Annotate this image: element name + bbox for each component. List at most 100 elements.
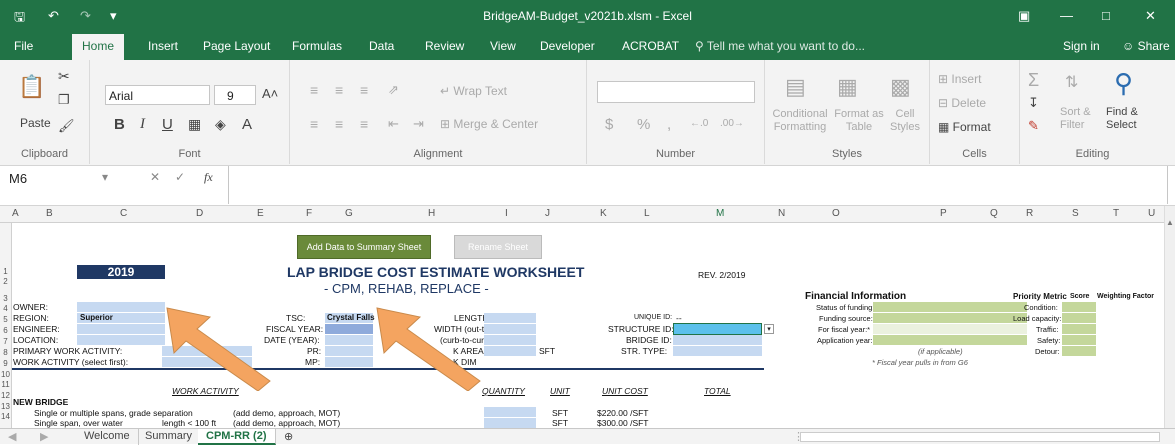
format-painter-icon[interactable]: 🖌 xyxy=(58,118,75,134)
column-header[interactable]: L xyxy=(644,208,650,219)
new-sheet-icon[interactable]: ⊕ xyxy=(276,429,301,445)
row-header[interactable]: 14 xyxy=(0,412,11,421)
font-size-select[interactable]: 9 xyxy=(214,85,256,105)
find-select-button[interactable]: Find & Select xyxy=(1106,106,1156,132)
curb-input[interactable] xyxy=(484,335,536,345)
formula-input[interactable] xyxy=(228,166,1168,204)
column-header[interactable]: C xyxy=(120,208,127,219)
tell-me-search[interactable]: ⚲ Tell me what you want to do... xyxy=(695,39,865,53)
delete-cells-button[interactable]: ⊟ Delete xyxy=(938,96,986,110)
column-header[interactable]: N xyxy=(778,208,785,219)
format-as-table-button[interactable]: Format as Table xyxy=(833,108,885,134)
row-header[interactable]: 1 xyxy=(0,267,11,276)
align-bottom-icon[interactable]: ≡ xyxy=(360,82,368,98)
condition-score-input[interactable] xyxy=(1062,302,1096,312)
safety-score-input[interactable] xyxy=(1062,335,1096,345)
underline-button[interactable]: U xyxy=(162,116,173,133)
align-right-icon[interactable]: ≡ xyxy=(360,116,368,132)
column-header[interactable]: A xyxy=(12,208,19,219)
italic-button[interactable]: I xyxy=(140,116,145,133)
date-year-input[interactable] xyxy=(325,335,373,345)
row-header[interactable]: 3 xyxy=(0,294,11,303)
row-header[interactable]: 7 xyxy=(0,337,11,346)
tab-acrobat[interactable]: ACROBAT xyxy=(622,39,679,53)
comma-icon[interactable]: , xyxy=(667,116,671,133)
row-header[interactable]: 8 xyxy=(0,348,11,357)
fill-color-icon[interactable]: ◈ xyxy=(215,116,226,133)
name-box[interactable]: M6 xyxy=(5,169,100,189)
function-icon[interactable]: fx xyxy=(204,170,213,185)
clear-icon[interactable]: ✎ xyxy=(1028,118,1039,134)
column-header[interactable]: Q xyxy=(990,208,998,219)
row-header[interactable]: 12 xyxy=(0,391,11,400)
load-capacity-score-input[interactable] xyxy=(1062,313,1096,323)
rename-sheet-button[interactable]: Rename Sheet xyxy=(454,235,542,259)
row13-quantity-input[interactable] xyxy=(484,407,536,417)
align-middle-icon[interactable]: ≡ xyxy=(335,82,343,98)
bridge-id-input[interactable] xyxy=(673,335,762,345)
length-input[interactable] xyxy=(484,313,536,323)
increase-font-icon[interactable]: A˄ xyxy=(262,86,278,101)
row-header[interactable]: 9 xyxy=(0,359,11,368)
format-cells-button[interactable]: ▦ Format xyxy=(938,120,991,134)
column-header[interactable]: J xyxy=(545,208,550,219)
year-cell[interactable]: 2019 xyxy=(77,265,165,279)
column-header[interactable]: M xyxy=(716,208,724,219)
column-header[interactable]: B xyxy=(46,208,53,219)
column-header[interactable]: P xyxy=(940,208,947,219)
row-header[interactable]: 2 xyxy=(0,277,11,286)
tab-formulas[interactable]: Formulas xyxy=(292,39,342,53)
column-header[interactable]: T xyxy=(1113,208,1119,219)
tab-file[interactable]: File xyxy=(14,39,33,53)
traffic-score-input[interactable] xyxy=(1062,324,1096,334)
engineer-input[interactable] xyxy=(77,324,165,334)
maximize-icon[interactable]: □ xyxy=(1102,8,1110,23)
align-top-icon[interactable]: ≡ xyxy=(310,82,318,98)
ribbon-display-icon[interactable]: ▣ xyxy=(1018,8,1030,24)
add-data-button[interactable]: Add Data to Summary Sheet xyxy=(297,235,431,259)
horizontal-scrollbar[interactable] xyxy=(800,432,1160,442)
detour-score-input[interactable] xyxy=(1062,346,1096,356)
width-input[interactable] xyxy=(484,324,536,334)
structure-id-dropdown-icon[interactable]: ▾ xyxy=(764,324,774,334)
row-header[interactable]: 4 xyxy=(0,304,11,313)
paste-button[interactable]: Paste xyxy=(20,116,51,130)
borders-icon[interactable]: ▦ xyxy=(188,116,201,133)
fiscal-year-fin-input[interactable] xyxy=(873,324,1027,334)
scroll-tabs-right-icon[interactable]: ▶ xyxy=(32,429,56,445)
merge-center-button[interactable]: ⊞ Merge & Center xyxy=(440,117,538,131)
location-input[interactable] xyxy=(77,335,165,345)
column-header[interactable]: D xyxy=(196,208,203,219)
wrap-text-button[interactable]: ↵ Wrap Text xyxy=(440,84,507,98)
column-header[interactable]: U xyxy=(1148,208,1155,219)
fiscal-year-input[interactable] xyxy=(325,324,373,334)
mp-input[interactable] xyxy=(325,357,373,367)
conditional-formatting-button[interactable]: Conditional Formatting xyxy=(769,108,831,134)
tab-home[interactable]: Home xyxy=(72,34,125,60)
tsc-input[interactable]: Crystal Falls xyxy=(325,313,375,323)
column-header[interactable]: I xyxy=(505,208,508,219)
sheet-tab-summary[interactable]: Summary xyxy=(137,429,202,445)
sheet-tab-cpm-rr-2[interactable]: CPM-RR (2) xyxy=(198,429,276,445)
font-color-icon[interactable]: A xyxy=(242,116,252,133)
cancel-icon[interactable]: ✕ xyxy=(150,170,160,184)
structure-id-input[interactable] xyxy=(673,323,762,335)
sort-filter-button[interactable]: Sort & Filter xyxy=(1060,106,1100,132)
cell-styles-button[interactable]: Cell Styles xyxy=(885,108,925,134)
share-button[interactable]: ☺ Share xyxy=(1122,39,1170,53)
paste-icon[interactable]: 📋 xyxy=(18,74,45,100)
str-type-input[interactable] xyxy=(673,346,762,356)
column-header[interactable]: S xyxy=(1072,208,1079,219)
minimize-icon[interactable]: — xyxy=(1060,8,1073,23)
insert-cells-button[interactable]: ⊞ Insert xyxy=(938,72,981,86)
tab-review[interactable]: Review xyxy=(425,39,464,53)
decrease-indent-icon[interactable]: ⇤ xyxy=(388,116,399,132)
sign-in-link[interactable]: Sign in xyxy=(1063,39,1100,53)
column-header[interactable]: K xyxy=(600,208,607,219)
align-left-icon[interactable]: ≡ xyxy=(310,116,318,132)
increase-decimal-icon[interactable]: ←.0 xyxy=(690,118,708,129)
column-header[interactable]: R xyxy=(1026,208,1033,219)
font-name-select[interactable]: Arial xyxy=(105,85,210,105)
copy-icon[interactable]: ❐ xyxy=(58,92,70,108)
row-header[interactable]: 10 xyxy=(0,370,11,379)
